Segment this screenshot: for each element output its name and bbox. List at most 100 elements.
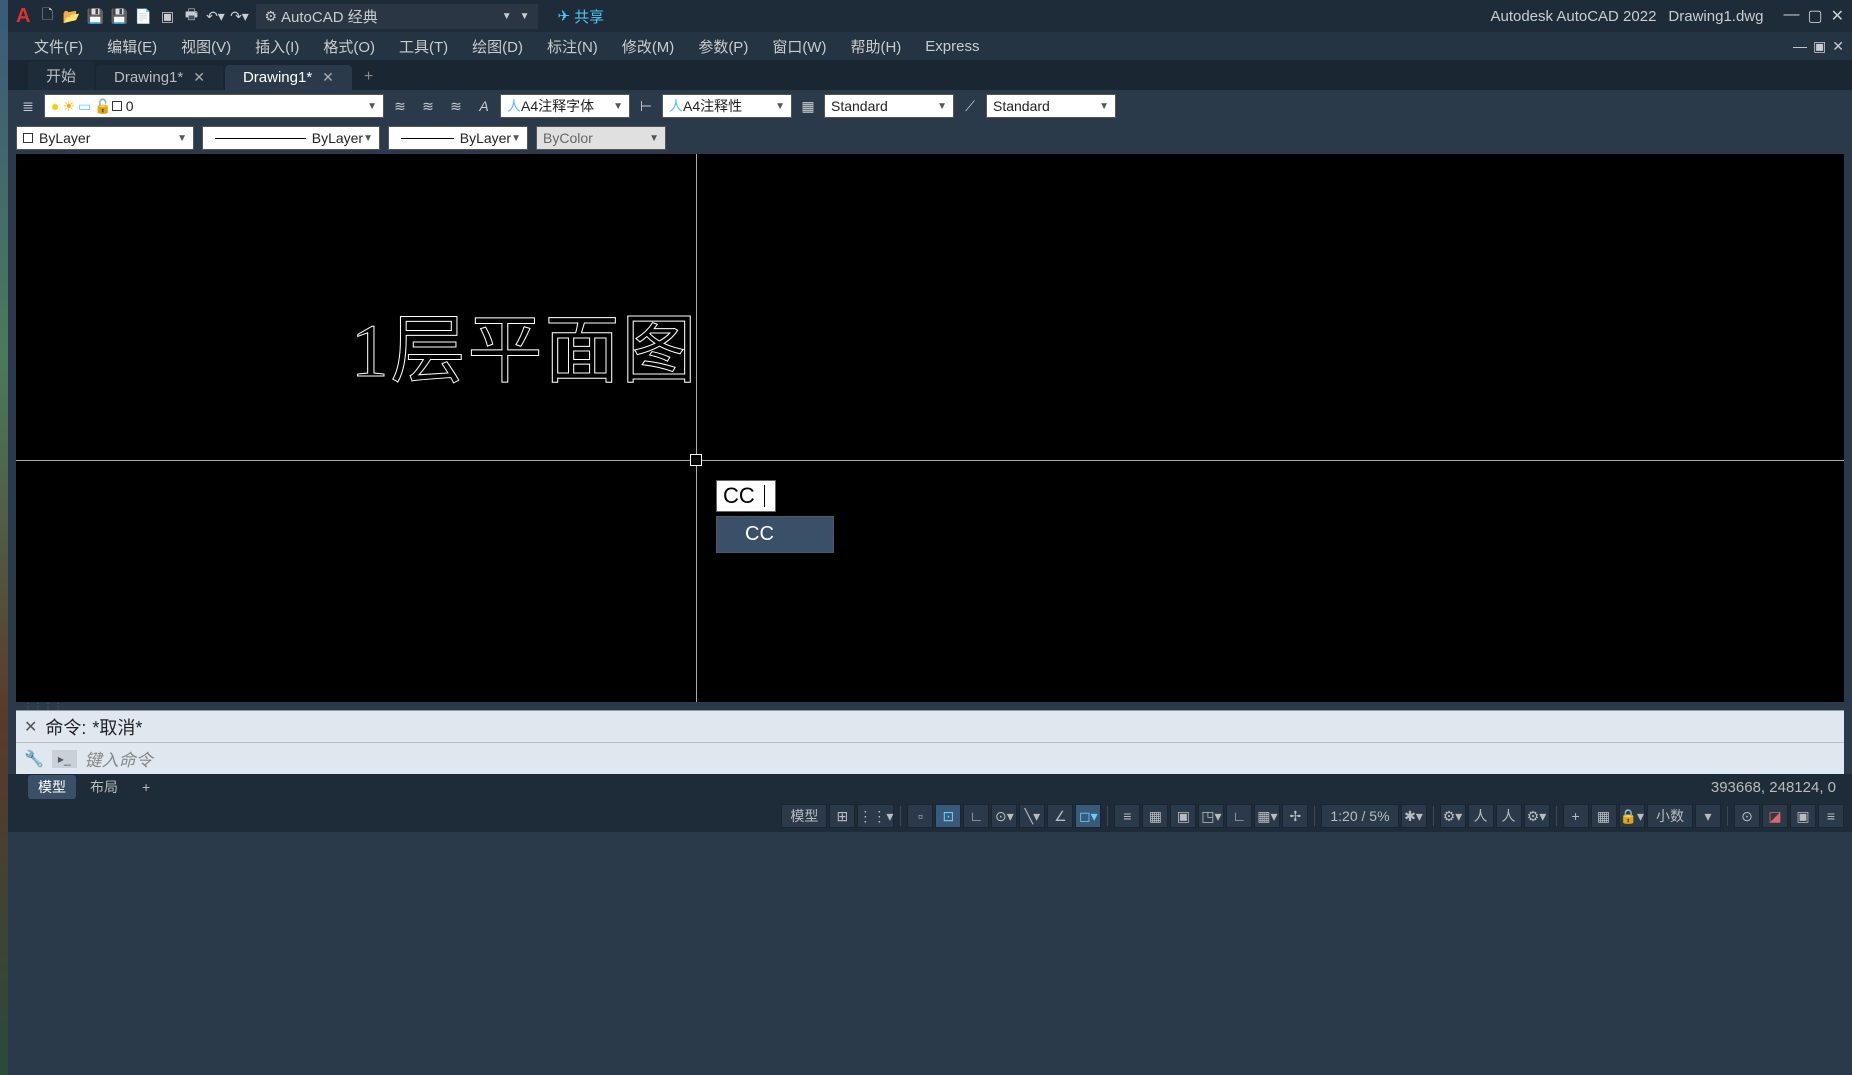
text-icon[interactable]: A [472, 94, 496, 118]
units-display[interactable]: 小数 [1647, 804, 1693, 828]
layer-tool-icon[interactable]: ≋ [444, 94, 468, 118]
menu-window[interactable]: 窗口(W) [762, 34, 836, 59]
menu-draw[interactable]: 绘图(D) [462, 34, 533, 59]
minimize-button[interactable]: — [1783, 6, 1799, 26]
menu-view[interactable]: 视图(V) [171, 34, 241, 59]
menu-modify[interactable]: 修改(M) [612, 34, 685, 59]
gizmo-toggle[interactable]: ✢ [1282, 804, 1308, 828]
layer-prop-icon[interactable]: ≣ [16, 94, 40, 118]
tab-drawing1b[interactable]: Drawing1* ✕ [225, 65, 352, 90]
app-logo[interactable]: A [16, 5, 30, 28]
add-layout-button[interactable]: + [132, 777, 160, 797]
selection-cycling-toggle[interactable]: ▣ [1170, 804, 1196, 828]
anno-scale-toggle[interactable]: 人 [1468, 804, 1494, 828]
open2-icon[interactable]: ▣ [158, 7, 176, 25]
menu-param[interactable]: 参数(P) [688, 34, 758, 59]
iso-toggle[interactable]: ╲▾ [1019, 804, 1045, 828]
customize-toggle[interactable]: ▾ [1695, 804, 1721, 828]
text-style-combo[interactable]: 人 A4注释字体 ▼ [500, 94, 630, 118]
linetype-combo[interactable]: ByLayer ▼ [202, 126, 380, 150]
3dosnap-toggle[interactable]: ◳▾ [1198, 804, 1224, 828]
tab-start[interactable]: 开始 [28, 61, 94, 90]
maximize-button[interactable]: ▢ [1807, 6, 1822, 26]
mleader-style-icon[interactable]: ⟋ [958, 94, 982, 118]
lineweight-toggle[interactable]: ≡ [1114, 804, 1140, 828]
open-icon[interactable]: 📂 [62, 7, 80, 25]
saveall-icon[interactable]: 💾 [110, 7, 128, 25]
redo-icon[interactable]: ↷▾ [230, 7, 248, 25]
menu-edit[interactable]: 编辑(E) [97, 34, 167, 59]
print-icon[interactable]: 🖶 [182, 7, 200, 25]
menu-dim[interactable]: 标注(N) [537, 34, 608, 59]
anno-auto-toggle[interactable]: ⚙▾ [1440, 804, 1466, 828]
canvas-text-entity[interactable]: 1层平面图 [351, 289, 699, 398]
new-tab-button[interactable]: + [354, 64, 383, 90]
otrack-toggle[interactable]: ∠ [1047, 804, 1073, 828]
saveas-icon[interactable]: 📄 [134, 7, 152, 25]
dim-icon[interactable]: ⊢ [634, 94, 658, 118]
customize-statusbar[interactable]: ≡ [1818, 804, 1844, 828]
hw-accel-toggle[interactable]: ⊙ [1734, 804, 1760, 828]
drawing-canvas[interactable]: 1层平面图 CC CC [16, 154, 1844, 702]
clean-screen-toggle[interactable]: ▣ [1790, 804, 1816, 828]
dim-style-label: A4注释性 [683, 96, 742, 116]
workspace-switch[interactable]: ⚙▾ [1524, 804, 1550, 828]
autocomplete-suggestion[interactable]: CC [716, 516, 834, 553]
crosshair-horizontal [16, 460, 1844, 461]
menu-format[interactable]: 格式(O) [313, 34, 385, 59]
coordinates-readout: 393668, 248124, 0 [1711, 779, 1836, 796]
menu-express[interactable]: Express [915, 36, 989, 57]
infer-toggle[interactable]: ▫ [907, 804, 933, 828]
grip-handle[interactable]: ⋮⋮⋮⋮ [16, 702, 1844, 710]
lineweight-combo[interactable]: ByLayer ▼ [388, 126, 528, 150]
menu-help[interactable]: 帮助(H) [840, 34, 911, 59]
tab-drawing1a[interactable]: Drawing1* ✕ [96, 65, 223, 90]
snap-toggle[interactable]: ⋮⋮▾ [857, 804, 894, 828]
workspace-selector[interactable]: ⚙ AutoCAD 经典 ▼ ▼ [256, 4, 537, 29]
grid-toggle[interactable]: ⊞ [829, 804, 855, 828]
sub-close-button[interactable]: ✕ [1832, 38, 1844, 55]
osnap-toggle[interactable]: ◻▾ [1075, 804, 1101, 828]
new-icon[interactable]: 🗋 [38, 7, 56, 25]
layout-tab[interactable]: 布局 [80, 775, 128, 799]
sub-minimize-button[interactable]: — [1793, 38, 1807, 55]
selection-filter-toggle[interactable]: ▦▾ [1254, 804, 1280, 828]
undo-icon[interactable]: ↶▾ [206, 7, 224, 25]
dynamic-input-toggle[interactable]: ⊡ [935, 804, 961, 828]
dynamic-input[interactable]: CC [716, 480, 776, 512]
tab-close-icon[interactable]: ✕ [193, 69, 205, 86]
mleader-style-combo[interactable]: Standard ▼ [986, 94, 1116, 118]
color-combo[interactable]: ByLayer ▼ [16, 126, 194, 150]
close-button[interactable]: ✕ [1831, 6, 1844, 26]
annotation-scale[interactable]: 1:20 / 5% [1321, 804, 1398, 828]
anno-visibility-toggle[interactable]: ✱▾ [1401, 804, 1427, 828]
dynamic-ucs-toggle[interactable]: ∟ [1226, 804, 1252, 828]
ortho-toggle[interactable]: ∟ [963, 804, 989, 828]
transparency-toggle[interactable]: ▦ [1142, 804, 1168, 828]
close-cmdline-icon[interactable]: ✕ [24, 717, 37, 737]
anno-scale2-toggle[interactable]: 人 [1496, 804, 1522, 828]
wrench-icon[interactable]: 🔧 [24, 749, 44, 769]
save-icon[interactable]: 💾 [86, 7, 104, 25]
table-style-icon[interactable]: ▦ [796, 94, 820, 118]
isolate-toggle[interactable]: ◪ [1762, 804, 1788, 828]
polar-toggle[interactable]: ⊙▾ [991, 804, 1017, 828]
tab-close-icon[interactable]: ✕ [322, 69, 334, 86]
menu-file[interactable]: 文件(F) [24, 34, 93, 59]
menu-insert[interactable]: 插入(I) [245, 34, 309, 59]
command-prompt[interactable]: 🔧 ▸_ 键入命令 [16, 742, 1844, 774]
menu-tools[interactable]: 工具(T) [389, 34, 458, 59]
layer-tool-icon[interactable]: ≋ [388, 94, 412, 118]
share-button[interactable]: ✈ 共享 [558, 6, 605, 27]
model-space-button[interactable]: 模型 [781, 804, 827, 828]
quickprops-toggle[interactable]: ▦ [1591, 804, 1617, 828]
sub-restore-button[interactable]: ▣ [1813, 38, 1826, 55]
model-tab[interactable]: 模型 [28, 775, 76, 799]
layer-combo[interactable]: ● ☀ ▭ 🔓 0 ▼ [44, 94, 384, 118]
dim-style-combo[interactable]: 人 A4注释性 ▼ [662, 94, 792, 118]
anno-monitor-toggle[interactable]: + [1563, 804, 1589, 828]
layer-tool-icon[interactable]: ≋ [416, 94, 440, 118]
lock-ui-toggle[interactable]: 🔒▾ [1619, 804, 1645, 828]
quick-access-toolbar: 🗋 📂 💾 💾 📄 ▣ 🖶 ↶▾ ↷▾ [38, 7, 248, 25]
table-style-combo[interactable]: Standard ▼ [824, 94, 954, 118]
